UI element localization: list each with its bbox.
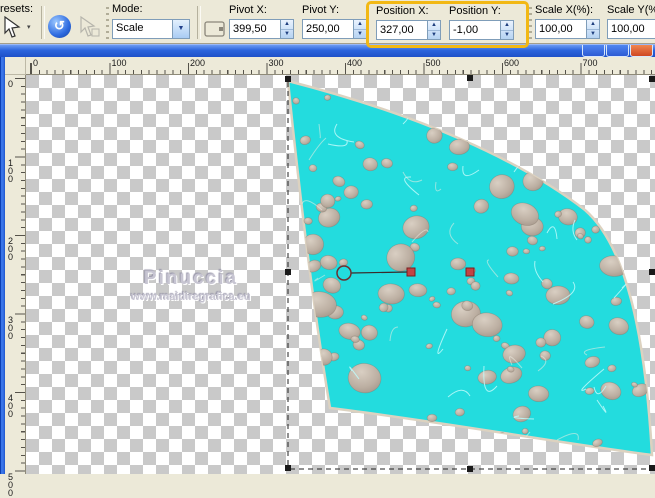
pivot-x-label: Pivot X: <box>229 4 267 16</box>
hruler-label: 500 <box>425 58 441 68</box>
minimize-button[interactable] <box>582 45 605 57</box>
chevron-down-icon: ▾ <box>27 23 31 31</box>
scale-y-field <box>607 19 655 39</box>
position-x-input[interactable] <box>376 20 427 40</box>
pivot-x-spinner[interactable]: ▲ ▼ <box>280 19 294 39</box>
vruler-label: 4 0 0 <box>8 393 14 419</box>
position-y-field: ▲▼ <box>449 20 514 40</box>
mode-dropdown-value: Scale <box>116 22 144 34</box>
transform-box-icon <box>204 21 225 37</box>
handle-top-center[interactable] <box>467 75 473 81</box>
watermark: Pinuccia www.maidiregrafica.eu <box>116 268 266 303</box>
hruler-label: 100 <box>111 58 127 68</box>
pivot-y-input[interactable] <box>302 19 353 39</box>
vruler-label: 1 0 0 <box>8 157 14 184</box>
vruler-label: 2 0 0 <box>8 236 14 262</box>
position-y-spinner[interactable]: ▲ ▼ <box>500 20 514 40</box>
hruler-label: 0 <box>33 58 39 68</box>
center-handle[interactable] <box>465 267 475 277</box>
chevron-down-icon[interactable]: ▼ <box>172 20 189 38</box>
hruler-label: 700 <box>582 58 598 68</box>
handle-top-right[interactable] <box>649 76 655 82</box>
transform-box-button[interactable] <box>202 17 228 41</box>
pointer-icon <box>4 15 21 38</box>
position-x-label: Position X: <box>376 5 429 17</box>
handle-top-left[interactable] <box>285 76 291 82</box>
hruler-label: 200 <box>190 58 206 68</box>
pivot-x-input[interactable] <box>229 19 280 39</box>
reset-to-default-button[interactable]: ↺ <box>48 15 71 38</box>
restore-button[interactable] <box>606 45 629 57</box>
vertical-ruler[interactable]: 0 1 0 0 2 0 0 3 0 0 4 0 0 5 0 0 <box>5 75 26 497</box>
pointer-outline-icon <box>80 15 100 37</box>
position-x-field: ▲▼ <box>376 20 441 40</box>
mode-dropdown[interactable]: Scale ▼ <box>112 19 190 39</box>
toolbar-grip <box>529 7 532 39</box>
scale-x-label: Scale X(%): <box>535 4 594 16</box>
scale-x-spinner[interactable]: ▲ ▼ <box>586 19 600 39</box>
pivot-y-field: ▲▼ <box>302 19 367 39</box>
handle-bottom-right[interactable] <box>649 465 655 471</box>
horizontal-ruler[interactable]: 0 100 200 300 400 500 600 700 <box>26 57 655 75</box>
separator <box>197 6 201 39</box>
hruler-label: 300 <box>268 58 284 68</box>
position-x-spinner[interactable]: ▲ ▼ <box>427 20 441 40</box>
mode-label: Mode: <box>112 3 143 15</box>
window-left-border <box>0 57 5 474</box>
presets-button[interactable]: ▾ <box>1 13 36 40</box>
undo-arrow-icon: ↺ <box>54 18 65 33</box>
scale-x-input[interactable] <box>535 19 586 39</box>
scale-y-label: Scale Y(%) <box>607 4 655 16</box>
handle-left-center[interactable] <box>285 269 291 275</box>
deselect-button[interactable] <box>77 15 101 39</box>
close-button[interactable] <box>630 45 653 57</box>
ruler-corner <box>5 57 26 75</box>
pivot-y-label: Pivot Y: <box>302 4 340 16</box>
rotation-handle[interactable] <box>406 267 416 277</box>
window-buttons <box>582 45 653 57</box>
vruler-label: 0 <box>8 79 14 89</box>
vruler-label: 5 0 0 <box>8 471 14 498</box>
vruler-label: 3 0 0 <box>8 314 14 341</box>
scale-y-input[interactable] <box>607 19 655 39</box>
watermark-url: www.maidiregrafica.eu <box>131 291 251 303</box>
separator <box>41 6 45 39</box>
pivot-x-field: ▲▼ <box>229 19 294 39</box>
scale-x-field: ▲▼ <box>535 19 600 39</box>
handle-bottom-center[interactable] <box>467 466 473 472</box>
position-y-label: Position Y: <box>449 5 501 17</box>
position-y-input[interactable] <box>449 20 500 40</box>
toolbar-grip <box>106 7 109 39</box>
hruler-label: 400 <box>347 58 363 68</box>
handle-bottom-left[interactable] <box>285 465 291 471</box>
watermark-title: Pinuccia <box>143 268 239 289</box>
hruler-label: 600 <box>504 58 520 68</box>
image-window-titlebar[interactable] <box>0 44 655 57</box>
handle-right-center[interactable] <box>649 269 655 275</box>
pivot-y-spinner[interactable]: ▲ ▼ <box>353 19 367 39</box>
tool-options-toolbar: resets: ▾ ↺ Mode: Scale ▼ Pivot X: ▲▼ Pi… <box>0 0 655 48</box>
